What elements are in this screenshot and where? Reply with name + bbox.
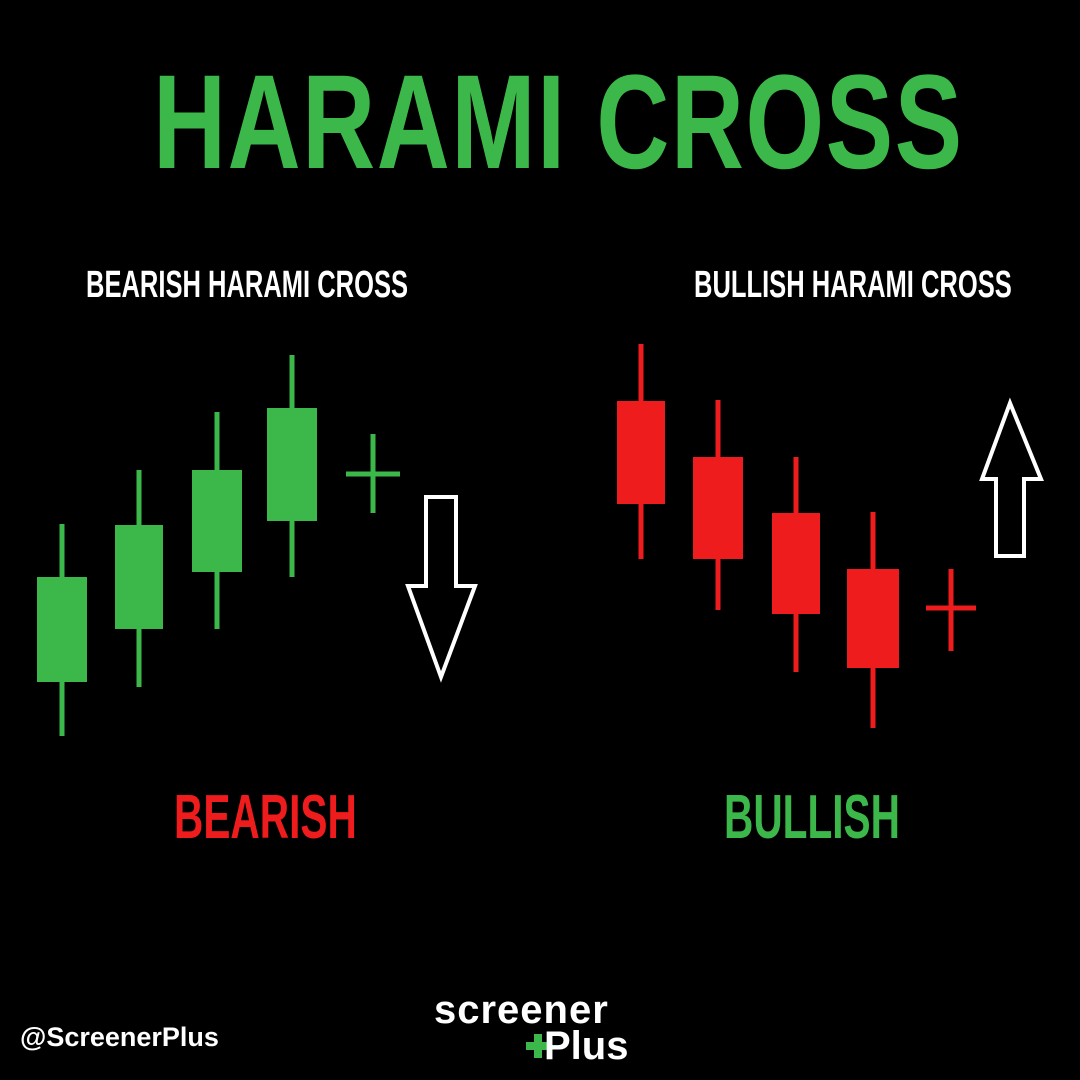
bearish-candles [37,355,400,736]
bearish-candle-body [192,470,242,572]
bearish-candle-body [267,408,317,521]
bearish-candle-body [115,525,163,629]
arrow-up-outline-icon [979,397,1044,558]
logo-text-bottom: Plus [544,1024,629,1068]
arrow-down-outline-icon [405,495,478,683]
social-handle: @ScreenerPlus [20,1022,219,1052]
bullish-candle-body [772,513,820,614]
bullish-candles [617,344,976,728]
bullish-candle-body [847,569,899,668]
bullish-label: BULLISH [724,783,900,852]
candlestick-diagram [37,344,1044,736]
screenerplus-logo: screener Plus [434,990,650,1068]
bullish-candle-body [617,401,665,504]
bullish-candle-body [693,457,743,559]
bearish-candle-body [37,577,87,682]
bearish-label: BEARISH [174,783,357,852]
